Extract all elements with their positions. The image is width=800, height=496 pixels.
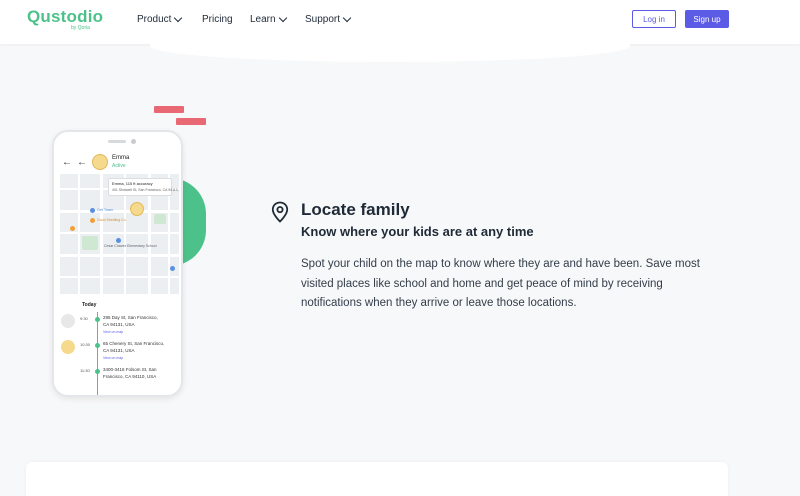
back-arrow-icon: ← <box>77 157 87 168</box>
nav-pricing[interactable]: Pricing <box>202 14 233 25</box>
signup-button[interactable]: Sign up <box>685 10 729 28</box>
map-poi-icon <box>90 218 95 223</box>
phone-camera <box>131 139 136 144</box>
map-poi-icon <box>90 208 95 213</box>
chevron-down-icon <box>342 13 352 23</box>
nav-support-label: Support <box>305 14 341 25</box>
map-poi-icon <box>116 238 121 243</box>
logo-subtitle: by Qoria <box>71 25 90 31</box>
decorative-bar <box>176 118 206 125</box>
nav-learn[interactable]: Learn <box>250 13 287 25</box>
timeline-today-label: Today <box>82 302 97 308</box>
child-name: Emma <box>112 155 130 161</box>
map-card-title: Emma, 115 ft accuracy <box>112 181 153 186</box>
timeline-item[interactable]: 11:30 3400-3416 Folsom St, San Francisco… <box>60 366 179 392</box>
child-avatar <box>92 154 108 170</box>
map-poi-label: Good Seedling Co. <box>97 218 127 222</box>
child-location-pin <box>130 202 144 216</box>
timeline-time: 9:30 <box>80 316 88 321</box>
map-park <box>154 214 166 224</box>
timeline-address: CA 94131, USA <box>103 348 135 353</box>
location-timeline: Today 9:30 295 Day St, San Francisco, CA… <box>60 298 179 395</box>
timeline-dot <box>95 317 100 322</box>
map-poi-icon <box>70 226 75 231</box>
map-road <box>100 174 103 294</box>
timeline-address: 3400-3416 Folsom St, San <box>103 367 157 372</box>
avatar <box>61 314 75 328</box>
logo-text: Qustodio <box>27 7 104 26</box>
chevron-down-icon <box>278 13 287 23</box>
map-road <box>78 174 80 294</box>
decorative-bar <box>154 106 184 113</box>
view-on-map-link[interactable]: View on map <box>103 330 123 334</box>
feature-description: Spot your child on the map to know where… <box>301 258 700 309</box>
timeline-dot <box>95 369 100 374</box>
timeline-dot <box>95 343 100 348</box>
map-location-card: Emma, 115 ft accuracy 401 Shotwell St, S… <box>108 178 179 196</box>
map-poi-label: Cesar Chavez Elementary School <box>104 244 157 248</box>
location-pin-icon <box>271 201 289 223</box>
nav-support[interactable]: Support <box>305 13 352 25</box>
nav-learn-label: Learn <box>250 14 276 25</box>
phone-speaker <box>108 140 126 143</box>
phone-mockup: ← ← Emma Active Emma, 115 ft accuracy 40… <box>52 130 183 397</box>
map-poi-icon <box>170 266 175 271</box>
timeline-item[interactable]: 9:30 295 Day St, San Francisco, CA 94131… <box>60 314 179 340</box>
timeline-time: 11:30 <box>80 368 90 373</box>
timeline-address: Francisco, CA 94110, USA <box>103 374 157 379</box>
child-status: Active <box>112 163 126 169</box>
next-section-card <box>26 462 728 496</box>
timeline-item[interactable]: 10:30 65 Chenery St, San Francisco, CA 9… <box>60 340 179 366</box>
logo[interactable]: Qustodio by Qoria <box>27 7 104 32</box>
feature-title: Locate family <box>301 200 410 219</box>
login-button[interactable]: Log in <box>632 10 676 28</box>
map-card-address: 401 Shotwell St, San Francisco, CA 94110… <box>112 188 179 192</box>
timeline-address: CA 94131, USA <box>103 322 135 327</box>
location-map: Emma, 115 ft accuracy 401 Shotwell St, S… <box>60 174 179 294</box>
decorative-arc <box>150 30 630 62</box>
timeline-address: 295 Day St, San Francisco, <box>103 315 158 320</box>
nav-product[interactable]: Product <box>137 13 183 25</box>
nav-pricing-label: Pricing <box>202 14 233 25</box>
chevron-down-icon <box>174 13 183 23</box>
map-park <box>82 236 98 250</box>
phone-header: ← ← Emma Active <box>60 152 179 174</box>
feature-subtitle: Know where your kids are at any time <box>301 224 534 239</box>
map-poi-label: Cell Tower <box>97 208 114 212</box>
view-on-map-link[interactable]: View on map <box>103 356 123 360</box>
back-arrow-icon: ← <box>62 157 72 168</box>
timeline-address: 65 Chenery St, San Francisco, <box>103 341 165 346</box>
avatar <box>61 340 75 354</box>
timeline-time: 10:30 <box>80 342 91 347</box>
nav-product-label: Product <box>137 14 172 25</box>
